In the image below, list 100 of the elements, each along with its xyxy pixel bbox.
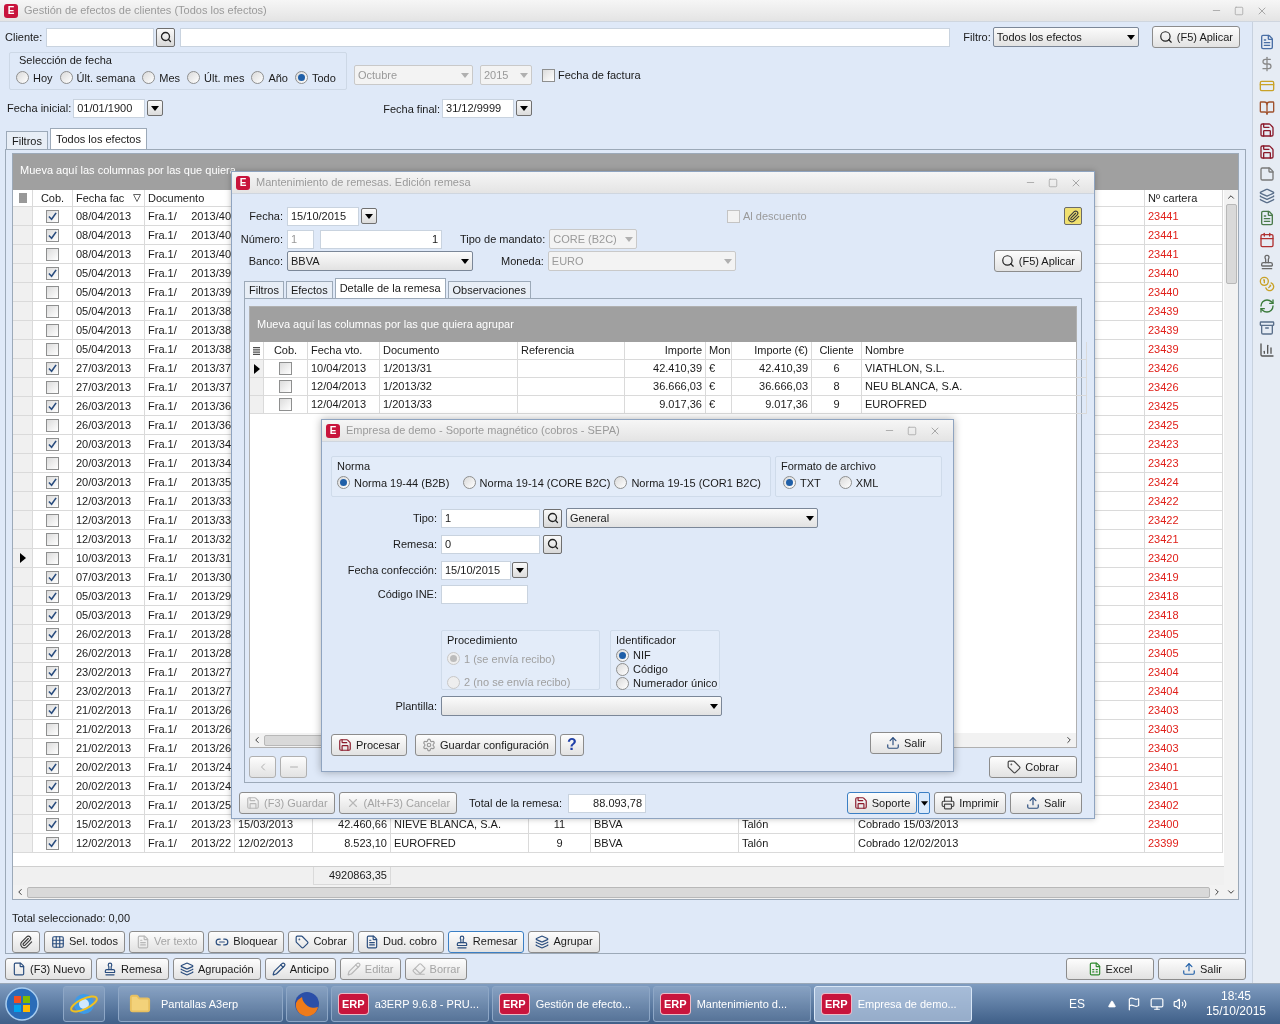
column-chooser-icon[interactable]: [253, 345, 260, 356]
attach-button[interactable]: [1064, 207, 1082, 225]
tab[interactable]: Todos los efectos: [49, 128, 147, 149]
column-header[interactable]: Cob.: [264, 342, 308, 360]
clock[interactable]: 18:45 15/10/2015: [1205, 989, 1266, 1019]
collect-button[interactable]: Cobrar: [989, 756, 1077, 778]
checkbox[interactable]: [46, 532, 59, 546]
radio-button[interactable]: [616, 662, 629, 676]
archive-icon[interactable]: [1258, 320, 1275, 336]
button[interactable]: Dud. cobro: [358, 930, 444, 953]
network-icon[interactable]: [1149, 997, 1164, 1011]
stamp-icon[interactable]: [1258, 254, 1275, 270]
column-header[interactable]: Referencia: [518, 342, 625, 360]
exit-button[interactable]: Salir: [870, 732, 942, 754]
checkbox[interactable]: [542, 68, 555, 82]
scroll-down-icon[interactable]: [1226, 887, 1236, 897]
radio-button[interactable]: [251, 71, 265, 85]
checkbox[interactable]: [46, 817, 59, 831]
dropdown-button[interactable]: [361, 208, 377, 224]
checkbox[interactable]: [46, 665, 59, 679]
checkbox[interactable]: [46, 209, 59, 223]
dropdown[interactable]: BBVA: [287, 251, 473, 271]
taskbar-button[interactable]: [63, 986, 105, 1022]
checkbox[interactable]: [46, 798, 59, 812]
radio-button[interactable]: [616, 676, 629, 690]
radio-button[interactable]: [294, 71, 308, 85]
chart-icon[interactable]: [1258, 342, 1275, 358]
refresh-icon[interactable]: [1258, 298, 1275, 314]
taskbar-item[interactable]: Pantallas A3erp: [118, 986, 283, 1022]
column-header[interactable]: Documento: [380, 342, 518, 360]
checkbox[interactable]: [46, 475, 59, 489]
apply-button[interactable]: (F5) Aplicar: [1151, 26, 1241, 48]
tab[interactable]: Efectos: [285, 281, 333, 298]
tab[interactable]: Observaciones: [447, 281, 531, 298]
checkbox[interactable]: [46, 342, 59, 356]
button[interactable]: Sel. todos: [44, 930, 125, 953]
column-header[interactable]: Mon: [706, 342, 732, 360]
first-record-button[interactable]: [249, 756, 276, 778]
radio-button[interactable]: [616, 648, 629, 662]
column-header[interactable]: Fecha fac: [76, 190, 125, 206]
calendar-icon[interactable]: [1258, 232, 1275, 248]
text-field[interactable]: 0: [441, 534, 540, 554]
checkbox[interactable]: [46, 456, 59, 470]
button[interactable]: (F3) Nuevo: [5, 958, 93, 980]
checkbox[interactable]: [46, 323, 59, 337]
button[interactable]: Cobrar: [288, 930, 354, 953]
radio-button[interactable]: [614, 476, 628, 490]
radio-button[interactable]: [337, 476, 350, 490]
language-indicator[interactable]: ES: [1068, 995, 1085, 1013]
checkbox[interactable]: [46, 228, 59, 242]
tab[interactable]: Filtros: [6, 131, 48, 149]
dropdown[interactable]: General: [566, 508, 818, 528]
dropdown-button[interactable]: [918, 792, 931, 814]
print-button[interactable]: Imprimir: [934, 792, 1006, 814]
attach-button[interactable]: [12, 930, 40, 953]
column-header[interactable]: Importe: [625, 342, 706, 360]
radio-button[interactable]: [187, 71, 201, 85]
button[interactable]: Salir: [1158, 958, 1246, 980]
checkbox[interactable]: [46, 836, 59, 850]
checkbox[interactable]: [46, 513, 59, 527]
coins-icon[interactable]: [1258, 276, 1275, 292]
checkbox[interactable]: [279, 398, 292, 411]
text-field[interactable]: 15/10/2015: [441, 560, 511, 580]
layers-icon[interactable]: [1258, 188, 1275, 204]
radio-button[interactable]: [783, 476, 796, 490]
radio-button[interactable]: [142, 71, 156, 85]
document-icon[interactable]: [1258, 210, 1275, 226]
checkbox[interactable]: [46, 684, 59, 698]
checkbox[interactable]: [46, 437, 59, 451]
checkbox[interactable]: [46, 418, 59, 432]
scrollbar-thumb[interactable]: [1225, 204, 1237, 284]
speaker-icon[interactable]: [1172, 997, 1187, 1011]
process-button[interactable]: Procesar: [331, 734, 408, 756]
checkbox[interactable]: [46, 627, 59, 641]
button[interactable]: Agrupación: [173, 958, 261, 980]
filter-icon[interactable]: [133, 194, 141, 202]
checkbox[interactable]: [46, 247, 59, 261]
dropdown-button[interactable]: [516, 100, 533, 116]
button[interactable]: Anticipo: [264, 958, 336, 980]
checkbox[interactable]: [46, 779, 59, 793]
checkbox[interactable]: [46, 608, 59, 622]
checkbox[interactable]: [46, 380, 59, 394]
button[interactable]: Bloquear: [208, 930, 285, 953]
taskbar-button[interactable]: [286, 986, 328, 1022]
dropdown[interactable]: [441, 696, 722, 716]
document-icon[interactable]: [1258, 34, 1275, 50]
text-field[interactable]: 1: [320, 229, 442, 249]
checkbox[interactable]: [46, 551, 59, 565]
column-header[interactable]: Cliente: [812, 342, 862, 360]
button[interactable]: Remesar: [447, 930, 525, 953]
checkbox[interactable]: [46, 494, 59, 508]
scroll-left-icon[interactable]: [252, 735, 262, 745]
search-button[interactable]: [543, 508, 562, 528]
save-settings-button[interactable]: Guardar configuración: [415, 734, 556, 756]
checkbox[interactable]: [279, 362, 292, 375]
search-button[interactable]: [543, 534, 562, 554]
note-icon[interactable]: [1258, 166, 1275, 182]
browser-icon[interactable]: [292, 989, 322, 1019]
checkbox[interactable]: [46, 646, 59, 660]
checkbox[interactable]: [46, 722, 59, 736]
